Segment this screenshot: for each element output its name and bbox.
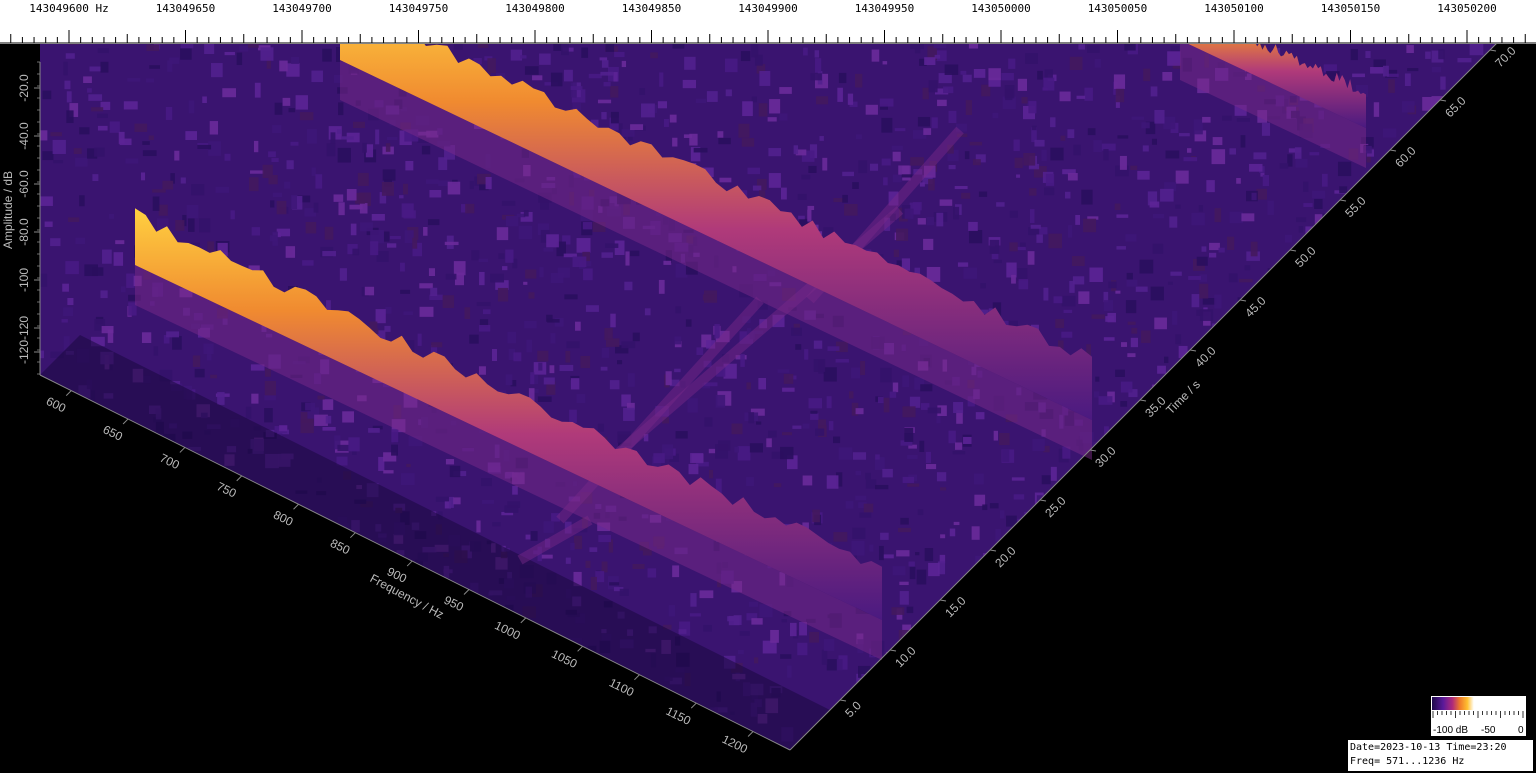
colorbar-label-max: 0	[1518, 725, 1524, 736]
frequency-tick-label: 650	[101, 422, 125, 444]
frequency-axis-tick	[122, 418, 129, 425]
frequency-axis-tick	[293, 503, 299, 510]
frequency-axis-tick	[179, 447, 186, 453]
time-axis-tick	[889, 649, 897, 652]
colorbar-label-min: -100 dB	[1433, 725, 1468, 736]
time-tick-label: 60.0	[1392, 143, 1419, 170]
scale-label: 143050150	[1321, 2, 1381, 15]
waterfall-surface	[40, 44, 1500, 750]
time-tick-label: 15.0	[942, 593, 969, 620]
scale-label: 143049750	[389, 2, 449, 15]
time-axis-tick	[1039, 499, 1047, 502]
frequency-tick-label: 1050	[549, 647, 579, 671]
frequency-axis-tick	[349, 532, 356, 539]
frequency-axis-tick	[520, 617, 527, 624]
scale-label: 143049950	[855, 2, 915, 15]
colorbar-legend: -100 dB -50 0	[1431, 696, 1526, 736]
time-tick-label: 25.0	[1042, 493, 1069, 520]
amplitude-tick-label: -120	[17, 316, 31, 340]
time-tick-label: 5.0	[842, 698, 864, 720]
time-tick-label: 50.0	[1292, 243, 1319, 270]
time-axis-title: Time / s	[1163, 377, 1203, 417]
frequency-axis-tick	[747, 731, 754, 737]
time-tick-label: 30.0	[1092, 443, 1119, 470]
frequency-tick-label: 700	[158, 451, 182, 473]
time-axis-tick	[1139, 399, 1147, 402]
frequency-tick-label: 600	[44, 394, 68, 416]
scale-label: 143050050	[1088, 2, 1148, 15]
frequency-axis-tick	[65, 390, 72, 396]
time-axis-tick	[989, 549, 997, 552]
colorbar-label-mid: -50	[1481, 725, 1496, 736]
time-tick-label: 65.0	[1442, 93, 1469, 120]
frequency-axis-tick	[406, 560, 413, 567]
scale-label: 143050200	[1437, 2, 1497, 15]
time-axis-tick	[1239, 299, 1247, 302]
scale-label: 143050000	[971, 2, 1031, 15]
scale-label: 143049900	[738, 2, 798, 15]
time-axis-tick	[1489, 49, 1497, 52]
frequency-tick-label: 850	[328, 536, 352, 558]
frequency-axis-tick	[463, 589, 470, 595]
amplitude-tick-label: -100	[17, 268, 31, 292]
frequency-tick-label: 1000	[492, 618, 522, 642]
frequency-axis-tick	[634, 674, 640, 681]
amplitude-tick-label: -120	[17, 340, 31, 364]
time-tick-label: 10.0	[892, 643, 919, 670]
time-tick-label: 55.0	[1342, 193, 1369, 220]
waterfall-plot: 6006507007508008509009501000105011001150…	[1, 44, 1519, 756]
frequency-scale-ticks	[0, 30, 1536, 44]
scale-label: 143049800	[505, 2, 565, 15]
info-box: Date=2023-10-13 Time=23:20 Freq= 571...12…	[1348, 740, 1533, 771]
scale-label: 143049850	[622, 2, 682, 15]
time-axis-tick	[839, 699, 847, 702]
time-axis-tick	[1439, 99, 1447, 102]
time-tick-label: 70.0	[1492, 44, 1519, 70]
frequency-tick-label: 1150	[664, 704, 694, 728]
frequency-tick-label: 950	[442, 593, 466, 615]
frequency-tick-label: 800	[271, 508, 295, 530]
scale-label: 143049650	[156, 2, 216, 15]
amplitude-tick-label: -60.0	[17, 170, 31, 198]
frequency-scale-labels: 143049600 Hz 143049650 143049700 143049750 1…	[29, 2, 1497, 15]
time-axis-tick	[1389, 149, 1397, 152]
frequency-tick-label: 1200	[720, 732, 750, 756]
frequency-axis-tick	[690, 702, 697, 709]
frequency-tick-label: 750	[214, 479, 238, 501]
time-tick-label: 45.0	[1242, 293, 1269, 320]
time-axis-tick	[1339, 199, 1347, 202]
frequency-tick-label: 1100	[607, 676, 637, 700]
amplitude-axis-title: Amplitude / dB	[1, 171, 15, 249]
time-tick-label: 40.0	[1192, 343, 1219, 370]
amplitude-tick-label: -80.0	[17, 218, 31, 246]
frequency-axis-title: Frequency / Hz	[368, 571, 446, 622]
frequency-axis-tick	[236, 475, 243, 482]
frequency-scale: 143049600 Hz 143049650 143049700 143049750 1…	[0, 0, 1536, 44]
scale-label: 143049600 Hz	[29, 2, 108, 15]
info-freq-range: Freq= 571...1236 Hz	[1350, 756, 1465, 767]
time-tick-label: 20.0	[992, 543, 1019, 570]
amplitude-tick-label: -20.0	[17, 74, 31, 102]
info-date-time: Date=2023-10-13 Time=23:20	[1350, 742, 1507, 753]
time-axis-tick	[1189, 349, 1197, 352]
frequency-axis-tick	[577, 645, 583, 652]
time-axis-tick	[1289, 249, 1297, 252]
time-axis-tick	[939, 599, 947, 602]
amplitude-tick-label: -40.0	[17, 122, 31, 150]
scale-label: 143049700	[272, 2, 332, 15]
scale-label: 143050100	[1204, 2, 1264, 15]
